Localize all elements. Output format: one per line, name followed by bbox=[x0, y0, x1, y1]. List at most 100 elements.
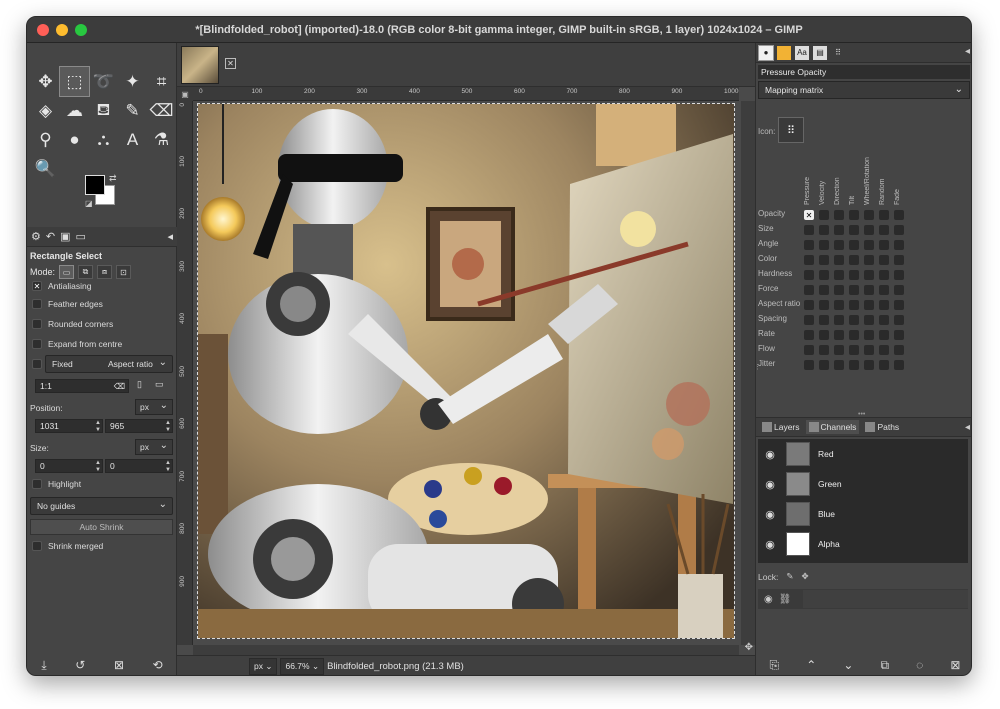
fixed-option[interactable] bbox=[32, 359, 42, 369]
paths-tool-icon[interactable]: ⛬ bbox=[89, 125, 118, 154]
mode-add-icon[interactable]: ⧉ bbox=[78, 265, 94, 279]
horizontal-ruler[interactable]: 0 100 200 300 400 500 600 700 800 900 1000 bbox=[193, 87, 739, 101]
duplicate-channel-icon[interactable]: ⧉ bbox=[881, 658, 890, 673]
eye-icon[interactable]: ◉ bbox=[758, 538, 782, 551]
matrix-cell-checkbox[interactable] bbox=[879, 330, 889, 340]
matrix-cell-checkbox[interactable] bbox=[879, 345, 889, 355]
matrix-cell-checkbox[interactable] bbox=[804, 270, 814, 280]
matrix-cell-checkbox[interactable] bbox=[804, 345, 814, 355]
undo-history-tab-icon[interactable]: ↶ bbox=[46, 230, 55, 243]
eye-icon[interactable]: ◉ bbox=[758, 508, 782, 521]
matrix-cell-checkbox[interactable] bbox=[849, 270, 859, 280]
rounded-corners-option[interactable]: Rounded corners bbox=[32, 319, 113, 329]
antialiasing-checkbox[interactable]: ✕ bbox=[32, 281, 42, 291]
document-history-tab-icon[interactable]: ▤ bbox=[813, 45, 827, 60]
restore-options-icon[interactable]: ↺ bbox=[75, 658, 85, 672]
matrix-cell-checkbox[interactable] bbox=[894, 330, 904, 340]
text-tool-icon[interactable]: A bbox=[118, 125, 147, 154]
size-height-field[interactable]: 0 ▲ ▼ bbox=[105, 459, 173, 473]
matrix-cell-checkbox[interactable] bbox=[834, 210, 844, 220]
fixed-checkbox[interactable] bbox=[32, 359, 42, 369]
eye-icon[interactable]: ◉ bbox=[758, 478, 782, 491]
matrix-cell-checkbox[interactable] bbox=[864, 210, 874, 220]
minimize-window-button[interactable] bbox=[56, 24, 68, 36]
matrix-cell-checkbox[interactable] bbox=[834, 330, 844, 340]
matrix-cell-checkbox[interactable] bbox=[879, 360, 889, 370]
dynamics-name-field[interactable]: Pressure Opacity bbox=[758, 65, 970, 79]
matrix-cell-checkbox[interactable] bbox=[819, 360, 829, 370]
matrix-cell-checkbox[interactable] bbox=[879, 240, 889, 250]
channel-row[interactable]: ◉ Alpha bbox=[758, 529, 968, 559]
matrix-cell-checkbox[interactable] bbox=[864, 315, 874, 325]
channel-row[interactable]: ◉ Green bbox=[758, 469, 968, 499]
paintbrush-tool-icon[interactable]: ✎ bbox=[118, 96, 147, 125]
feather-edges-checkbox[interactable] bbox=[32, 299, 42, 309]
dock-menu-icon[interactable]: ◂ bbox=[965, 422, 970, 433]
matrix-cell-checkbox[interactable] bbox=[819, 210, 829, 220]
dynamics-icon-button[interactable]: ⠿ bbox=[778, 117, 804, 143]
vertical-scrollbar[interactable] bbox=[741, 101, 755, 645]
matrix-cell-checkbox[interactable] bbox=[864, 345, 874, 355]
matrix-cell-checkbox[interactable] bbox=[834, 225, 844, 235]
save-options-icon[interactable]: ⤓ bbox=[41, 658, 46, 673]
fixed-combo[interactable]: Fixed Aspect ratio ⌄ bbox=[45, 355, 173, 373]
close-window-button[interactable] bbox=[37, 24, 49, 36]
matrix-cell-checkbox[interactable] bbox=[819, 285, 829, 295]
matrix-cell-checkbox[interactable] bbox=[864, 255, 874, 265]
fuzzy-select-tool-icon[interactable]: ✦ bbox=[118, 67, 147, 96]
eraser-tool-icon[interactable]: ⌫ bbox=[147, 96, 176, 125]
templates-tab-icon[interactable]: ▭ bbox=[76, 230, 86, 243]
matrix-cell-checkbox[interactable] bbox=[834, 255, 844, 265]
channel-row[interactable]: ◉ Red bbox=[758, 439, 968, 469]
matrix-cell-checkbox[interactable] bbox=[849, 255, 859, 265]
matrix-cell-checkbox[interactable] bbox=[894, 285, 904, 295]
patterns-tab-icon[interactable] bbox=[777, 45, 791, 60]
raise-channel-icon[interactable]: ⌃ bbox=[806, 658, 816, 672]
lasso-tool-icon[interactable]: ➰ bbox=[89, 67, 118, 96]
matrix-cell-checkbox[interactable] bbox=[834, 315, 844, 325]
matrix-cell-checkbox[interactable] bbox=[804, 300, 814, 310]
tab-channels[interactable]: Channels bbox=[805, 420, 860, 434]
matrix-cell-checkbox[interactable] bbox=[819, 270, 829, 280]
matrix-cell-checkbox[interactable] bbox=[819, 345, 829, 355]
matrix-cell-checkbox[interactable] bbox=[804, 285, 814, 295]
close-image-icon[interactable]: ✕ bbox=[225, 58, 236, 69]
matrix-cell-checkbox[interactable] bbox=[879, 285, 889, 295]
matrix-cell-checkbox[interactable] bbox=[834, 300, 844, 310]
matrix-cell-checkbox[interactable] bbox=[804, 315, 814, 325]
spinner-icon[interactable]: ▲ ▼ bbox=[165, 420, 171, 434]
brushes-tab-icon[interactable]: ● bbox=[758, 44, 774, 61]
lock-pixels-icon[interactable]: ✎ bbox=[786, 571, 793, 582]
matrix-cell-checkbox[interactable] bbox=[804, 360, 814, 370]
dock-divider[interactable]: ⋮ bbox=[754, 363, 761, 371]
expand-from-centre-option[interactable]: Expand from centre bbox=[32, 339, 122, 349]
matrix-cell-checkbox[interactable] bbox=[819, 225, 829, 235]
delete-channel-icon[interactable]: ⊠ bbox=[950, 658, 960, 672]
image-tab-thumbnail[interactable] bbox=[181, 46, 219, 84]
auto-shrink-button[interactable]: Auto Shrink bbox=[30, 519, 173, 535]
chain-icon[interactable]: ⛓ bbox=[779, 594, 792, 605]
matrix-cell-checkbox[interactable] bbox=[894, 315, 904, 325]
matrix-cell-checkbox[interactable] bbox=[849, 300, 859, 310]
matrix-cell-checkbox[interactable] bbox=[894, 300, 904, 310]
expand-from-centre-checkbox[interactable] bbox=[32, 339, 42, 349]
matrix-cell-checkbox[interactable] bbox=[879, 300, 889, 310]
vertical-ruler[interactable]: 0 100 200 300 400 500 600 700 800 900 bbox=[177, 101, 193, 645]
images-tab-icon[interactable]: ▣ bbox=[60, 230, 70, 243]
portrait-icon[interactable]: ▯ bbox=[137, 379, 142, 390]
matrix-cell-checkbox[interactable] bbox=[894, 270, 904, 280]
mode-intersect-icon[interactable]: ⊡ bbox=[116, 265, 132, 279]
matrix-cell-checkbox[interactable] bbox=[849, 360, 859, 370]
matrix-cell-checkbox[interactable] bbox=[804, 240, 814, 250]
fonts-tab-icon[interactable]: Aa bbox=[795, 45, 809, 60]
paint-dynamics-tab-icon[interactable]: ⠿ bbox=[831, 45, 845, 60]
navigate-icon[interactable]: ✥ bbox=[745, 642, 753, 653]
zoom-window-button[interactable] bbox=[75, 24, 87, 36]
spinner-icon[interactable]: ▲ ▼ bbox=[95, 460, 101, 474]
size-width-field[interactable]: 0 ▲ ▼ bbox=[35, 459, 103, 473]
matrix-cell-checkbox[interactable] bbox=[894, 210, 904, 220]
matrix-cell-checkbox[interactable] bbox=[894, 240, 904, 250]
smudge-tool-icon[interactable]: ● bbox=[60, 125, 89, 154]
matrix-cell-checkbox[interactable] bbox=[894, 225, 904, 235]
spinner-icon[interactable]: ▲ ▼ bbox=[95, 420, 101, 434]
